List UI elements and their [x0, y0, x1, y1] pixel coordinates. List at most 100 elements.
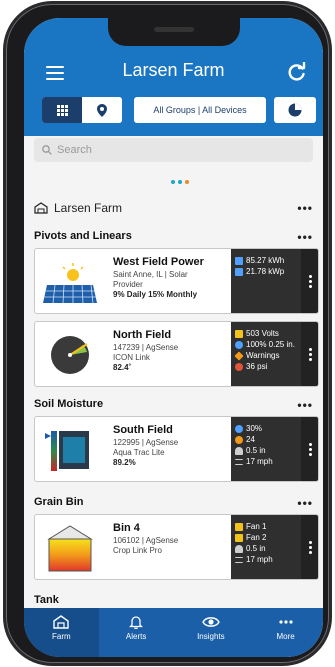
section-pivots: Pivots and Linears ••• [34, 230, 313, 244]
page-indicator [171, 180, 189, 184]
refresh-icon[interactable] [287, 62, 307, 82]
search-input[interactable]: Search [57, 144, 92, 156]
nav-more[interactable]: More [248, 608, 323, 657]
stat-value: 100% 0.25 in. [246, 340, 295, 349]
view-toggle [42, 97, 122, 123]
stat-value: 21.78 kWp [246, 267, 285, 276]
clock-icon [288, 103, 302, 117]
phone-frame: Larsen Farm All Groups | All Devices Sea… [3, 4, 332, 663]
sun-icon [235, 435, 243, 444]
stat-value: Fan 1 [246, 522, 267, 531]
nav-label: Alerts [125, 632, 147, 641]
card-info: West Field Power Saint Anne, IL | Solar … [113, 256, 231, 300]
device-card-bin-4[interactable]: Bin 4 106102 | AgSense Crop Link Pro Fan… [34, 514, 319, 580]
card-menu-button[interactable] [301, 322, 318, 386]
device-name: South Field [113, 424, 173, 436]
section-more-button[interactable]: ••• [297, 496, 313, 510]
device-stats: Fan 1 Fan 2 0.5 in 17 mph [231, 515, 301, 579]
map-view-button[interactable] [82, 97, 122, 123]
device-detail: 147239 | AgSense [113, 343, 179, 352]
card-menu-button[interactable] [301, 515, 318, 579]
device-detail: Saint Anne, IL | Solar [113, 270, 188, 279]
nav-alerts[interactable]: Alerts [99, 608, 174, 657]
device-name: Bin 4 [113, 522, 140, 534]
device-detail: Aqua Trac Lite [113, 448, 165, 457]
pivot-status-icon [51, 336, 89, 374]
section-tank: Tank [34, 594, 313, 606]
device-name: West Field Power [113, 256, 204, 268]
section-more-button[interactable]: ••• [297, 398, 313, 412]
nav-label: More [276, 632, 295, 641]
stat-value: 17 mph [246, 555, 273, 564]
nav-label: Farm [52, 632, 71, 641]
stat-value: 0.5 in [246, 446, 266, 455]
history-button[interactable] [274, 97, 316, 123]
bell-icon [129, 616, 144, 629]
lightning-icon [235, 329, 243, 338]
eye-icon [202, 617, 220, 627]
farm-name: Larsen Farm [54, 201, 123, 215]
solar-panel-icon [235, 267, 243, 276]
rain-icon [235, 544, 243, 553]
section-grain-bin: Grain Bin ••• [34, 496, 313, 510]
thermometer-drops-icon [235, 424, 243, 433]
page-title: Larsen Farm [122, 60, 225, 80]
wind-icon [235, 556, 243, 563]
more-icon [279, 620, 293, 624]
search-icon [42, 145, 52, 155]
device-card-north-field[interactable]: North Field 147239 | AgSense ICON Link 8… [34, 321, 319, 387]
nav-label: Insights [197, 632, 225, 641]
section-soil-moisture: Soil Moisture ••• [34, 398, 313, 412]
device-card-west-field-power[interactable]: West Field Power Saint Anne, IL | Solar … [34, 248, 319, 314]
card-menu-button[interactable] [301, 249, 318, 313]
device-stats: 503 Volts 100% 0.25 in. Warnings 36 psi [231, 322, 301, 386]
grain-bin-icon [47, 525, 93, 572]
device-stats: 30% 24 0.5 in 17 mph [231, 417, 301, 481]
section-more-button[interactable]: ••• [297, 230, 313, 244]
barn-icon [34, 202, 48, 214]
card-info: South Field 122995 | AgSense Aqua Trac L… [113, 424, 231, 468]
nav-farm[interactable]: Farm [24, 608, 99, 657]
fan-icon [235, 533, 243, 542]
stat-value: Fan 2 [246, 533, 267, 542]
device-detail: ICON Link [113, 353, 150, 362]
device-stats: 85.27 kWh 21.78 kWp [231, 249, 301, 313]
soil-moisture-icon [45, 431, 89, 471]
warning-icon [234, 350, 244, 361]
pressure-gauge-icon [235, 362, 243, 371]
grid-icon [56, 104, 68, 116]
farm-header: Larsen Farm ••• [34, 198, 313, 218]
card-menu-button[interactable] [301, 417, 318, 481]
section-title: Grain Bin [34, 496, 84, 508]
stat-value: 30% [246, 424, 263, 433]
card-info: Bin 4 106102 | AgSense Crop Link Pro [113, 522, 231, 556]
solar-panel-icon [43, 263, 97, 304]
stat-value: Warnings [246, 351, 280, 360]
nav-insights[interactable]: Insights [174, 608, 249, 657]
volume-up-button [3, 144, 6, 188]
power-button [329, 164, 332, 228]
rain-icon [235, 446, 243, 455]
stat-value: 503 Volts [246, 329, 279, 338]
groups-devices-filter[interactable]: All Groups | All Devices [134, 97, 266, 123]
farm-icon [53, 615, 70, 629]
fan-icon [235, 522, 243, 531]
water-drop-icon [235, 340, 243, 349]
search-bar[interactable]: Search [34, 138, 313, 162]
map-pin-icon [97, 103, 107, 117]
stat-value: 0.5 in [246, 544, 266, 553]
farm-more-button[interactable]: ••• [297, 201, 313, 215]
device-name: North Field [113, 329, 172, 341]
device-detail: Crop Link Pro [113, 546, 162, 555]
section-title: Soil Moisture [34, 398, 104, 410]
section-title: Tank [34, 594, 59, 606]
device-summary: 82.4˚ [113, 363, 132, 372]
bottom-nav: Farm Alerts Insights More [24, 608, 323, 657]
wind-icon [235, 458, 243, 465]
card-info: North Field 147239 | AgSense ICON Link 8… [113, 329, 231, 373]
stat-value: 17 mph [246, 457, 273, 466]
volume-down-button [3, 198, 6, 242]
grid-view-button[interactable] [42, 97, 82, 123]
device-detail: 106102 | AgSense [113, 536, 179, 545]
device-card-south-field[interactable]: South Field 122995 | AgSense Aqua Trac L… [34, 416, 319, 482]
